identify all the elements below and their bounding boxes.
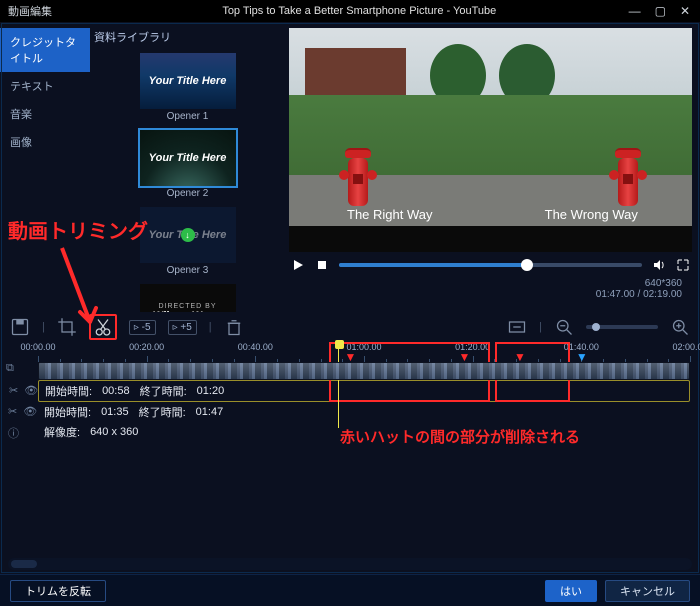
template-label: Opener 2 — [90, 188, 285, 199]
link-icon[interactable]: ⧉ — [6, 362, 14, 375]
invert-trim-button[interactable]: トリムを反転 — [10, 580, 106, 602]
library-title: 資料ライブラリ — [90, 26, 285, 51]
zoom-out-icon[interactable] — [554, 318, 574, 336]
close-icon[interactable]: ✕ — [680, 4, 690, 18]
preview-panel: The Right Way The Wrong Way 640*360 01:4… — [285, 22, 700, 312]
fit-icon[interactable] — [507, 318, 527, 336]
timeline-video-track[interactable]: ⧉ ▼▼▼▼ — [38, 362, 690, 380]
red-hat-marker[interactable]: ▼ — [459, 350, 471, 364]
cancel-button[interactable]: キャンセル — [605, 580, 690, 602]
end-time-b: 01:47 — [196, 406, 224, 418]
ok-button[interactable]: はい — [545, 580, 597, 602]
template-label: Opener 3 — [90, 265, 285, 276]
eye-icon[interactable]: 👁 — [24, 384, 38, 397]
start-time-a: 00:58 — [102, 385, 130, 397]
annotation-delete-between: 赤いハットの間の部分が削除される — [340, 426, 580, 447]
timeline-meta-group: ✂👁 開始時間: 00:58 終了時間: 01:20 — [38, 380, 690, 402]
preview-time-current: 01:47.00 — [596, 289, 635, 300]
skip-back-5-button[interactable]: ▹ -5 — [129, 320, 156, 335]
red-hat-marker[interactable]: ▼ — [514, 350, 526, 364]
trim-row-icon: ✂ — [9, 384, 18, 397]
template-title: Your Title Here — [149, 152, 227, 164]
zoom-in-icon[interactable] — [670, 318, 690, 336]
skip-fwd-5-button[interactable]: ▹ +5 — [168, 320, 197, 335]
meta-row-selection-b: ✂👁 開始時間: 01:35 終了時間: 01:47 — [38, 402, 690, 422]
hydrant-icon — [615, 148, 641, 206]
template-thumb-opener2[interactable]: Your Title Here — [140, 130, 236, 186]
ruler-label: 00:00.00 — [20, 342, 55, 352]
minimize-icon[interactable]: — — [629, 4, 641, 18]
timeline-ruler[interactable]: 00:00.0000:20.0000:40.0001:00.0001:20.00… — [38, 342, 690, 362]
red-hat-marker[interactable]: ▼ — [344, 350, 356, 364]
preview-time-total: 02:19.00 — [643, 289, 682, 300]
stop-icon[interactable] — [315, 258, 329, 272]
end-time-a: 01:20 — [197, 385, 225, 397]
trim-row-icon: ✂ — [8, 405, 17, 418]
save-icon[interactable] — [10, 318, 30, 336]
template-thumb-opener1[interactable]: Your Title Here — [140, 53, 236, 109]
toolbar: | ▹ -5 ▹ +5 | | — [0, 312, 700, 342]
preview-video[interactable]: The Right Way The Wrong Way — [289, 28, 692, 252]
delete-icon[interactable] — [224, 318, 244, 336]
player-controls — [289, 252, 692, 278]
template-thumb-director[interactable]: DIRECTED BY Wilson Wang — [140, 284, 236, 312]
fullscreen-icon[interactable] — [676, 258, 690, 272]
ruler-label: 02:00.00 — [672, 342, 700, 352]
sidebar-tab-music[interactable]: 音楽 — [0, 100, 90, 128]
sidebar-tab-credits[interactable]: クレジットタイトル — [0, 28, 90, 72]
info-icon: ⓘ — [8, 425, 19, 441]
hydrant-icon — [345, 148, 371, 206]
ruler-label: 00:20.00 — [129, 342, 164, 352]
preview-caption-left: The Right Way — [289, 207, 491, 222]
horizontal-scrollbar[interactable] — [8, 558, 692, 570]
volume-icon[interactable] — [652, 258, 666, 272]
sidebar-tab-image[interactable]: 画像 — [0, 128, 90, 156]
template-title: Your Title Here — [149, 75, 227, 87]
start-time-b: 01:35 — [101, 406, 129, 418]
window-titlebar: 動画編集 Top Tips to Take a Better Smartphon… — [0, 0, 700, 22]
preview-caption-right: The Wrong Way — [491, 207, 693, 222]
template-thumb-opener3[interactable]: Your Title Here ↓ — [140, 207, 236, 263]
director-name: Wilson Wang — [153, 310, 222, 313]
sidebar-tab-text[interactable]: テキスト — [0, 72, 90, 100]
blue-marker[interactable]: ▼ — [576, 350, 588, 364]
ruler-label: 00:40.00 — [238, 342, 273, 352]
app-name: 動画編集 — [0, 3, 90, 19]
resolution-value: 640 x 360 — [90, 426, 138, 438]
preview-resolution: 640*360 — [645, 278, 682, 289]
document-title: Top Tips to Take a Better Smartphone Pic… — [90, 5, 629, 17]
maximize-icon[interactable]: ▢ — [655, 4, 666, 18]
director-label: DIRECTED BY — [153, 303, 222, 310]
play-icon[interactable] — [291, 258, 305, 272]
seek-slider[interactable] — [339, 263, 642, 267]
annotation-arrow — [56, 244, 104, 338]
download-icon[interactable]: ↓ — [181, 228, 195, 242]
zoom-slider[interactable] — [586, 325, 658, 329]
template-label: Opener 1 — [90, 111, 285, 122]
library-panel: 資料ライブラリ Your Title Here Opener 1 Your Ti… — [90, 22, 285, 312]
annotation-trim: 動画トリミング — [8, 215, 148, 244]
meta-row-selection-a: ✂👁 開始時間: 00:58 終了時間: 01:20 — [39, 381, 689, 401]
eye-icon[interactable]: 👁 — [23, 405, 37, 418]
footer: トリムを反転 はい キャンセル — [0, 574, 700, 606]
